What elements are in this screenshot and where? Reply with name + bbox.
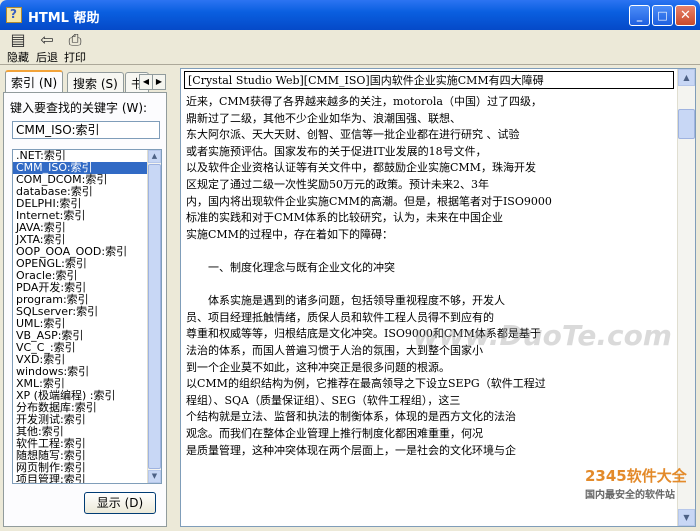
watermark-logo: 2345软件大全 国内最安全的软件站 [585, 465, 697, 501]
back-icon: ⇦ [40, 30, 54, 49]
window-title: HTML 帮助 [28, 11, 100, 26]
topic-scrollbar[interactable]: ▲ ▼ [677, 69, 695, 526]
help-window: HTML 帮助 _ □ ✕ ▤ 隐藏 ⇦ 后退 ⎙ 打印 索引 (N) 搜索 (… [0, 0, 700, 531]
hide-icon: ▤ [10, 30, 26, 49]
hide-label: 隐藏 [7, 51, 29, 64]
text-line: 个结构就是立法、监督和执法的制衡体系，体现的是西方文化的法治 [186, 410, 516, 424]
text-line: 或者实施预评估。国家发布的关于促进IT业发展的18号文件， [186, 144, 487, 158]
back-button[interactable]: ⇦ 后退 [32, 31, 62, 65]
watermark-logo-sub: 国内最安全的软件站 [585, 490, 675, 501]
topic-scroll-thumb[interactable] [678, 109, 695, 139]
scroll-thumb[interactable] [148, 164, 161, 469]
hide-button[interactable]: ▤ 隐藏 [3, 31, 33, 65]
keyword-label: 键入要查找的关键字 (W): [10, 101, 148, 115]
tab-index[interactable]: 索引 (N) [5, 70, 64, 92]
navigation-pane: 索引 (N) 搜索 (S) 书 ◀ ▶ 键入要查找的关键字 (W): CMM_I… [3, 70, 167, 527]
print-label: 打印 [64, 51, 86, 64]
text-line: 体系实施是遇到的诸多问题，包括领导重视程度不够，开发人 [208, 294, 505, 308]
text-line: 程组）、SQA（质量保证组）、SEG（软件工程组），这三 [186, 393, 461, 407]
text-line: 近来，CMM获得了各界越来越多的关注，motorola（中国）过了四级， [186, 95, 542, 108]
pane-splitter[interactable] [170, 64, 176, 531]
keyword-input[interactable]: CMM_ISO:索引 [12, 121, 160, 139]
nav-tabs: 索引 (N) 搜索 (S) 书 ◀ ▶ [3, 70, 167, 92]
list-item[interactable]: 项目管理:索引 [13, 474, 161, 484]
scroll-down-icon[interactable]: ▼ [148, 470, 161, 483]
text-line: 实施CMM的过程中，存在着如下的障碍： [186, 227, 393, 241]
text-line: 以及软件企业资格认证等有关文件中，都鼓励企业实施CMM，珠海开发 [186, 161, 536, 175]
topic-scroll-up-icon[interactable]: ▲ [678, 69, 695, 86]
toolbar: ▤ 隐藏 ⇦ 后退 ⎙ 打印 [0, 30, 700, 65]
topic-scroll-down-icon[interactable]: ▼ [678, 509, 695, 526]
text-line: 东大阿尔派、天大天财、创智、亚信等一批企业都在进行研究 、试验 [186, 128, 520, 142]
watermark-logo-title: 2345软件大全 [585, 467, 687, 485]
print-button[interactable]: ⎙ 打印 [60, 31, 90, 65]
tab-scroll-right-icon[interactable]: ▶ [152, 74, 166, 90]
text-line: 到一个企业莫不如此，这种冲突正是很多问题的根源。 [186, 360, 450, 374]
tab-search[interactable]: 搜索 (S) [67, 72, 124, 92]
minimize-button[interactable]: _ [629, 5, 650, 26]
watermark-text: www.DuoTe.com [413, 319, 672, 352]
close-button[interactable]: ✕ [675, 5, 696, 26]
display-button[interactable]: 显示 (D) [84, 492, 156, 514]
back-label: 后退 [36, 51, 58, 64]
text-line: 内，国内将出现软件企业实施CMM的高潮。但是，根据笔者对于ISO9000 [186, 194, 552, 208]
scroll-up-icon[interactable]: ▲ [148, 150, 161, 163]
title-bar[interactable]: HTML 帮助 _ □ ✕ [0, 0, 700, 30]
text-line: 观念。而我们在整体企业管理上推行制度化都困难重重，何况 [186, 427, 483, 440]
text-line: 鼎新过了二级，其他不少企业如华为、浪潮国强、联想、 [186, 111, 461, 125]
topic-pane: [Crystal Studio Web][CMM_ISO]国内软件企业实施CMM… [180, 68, 696, 527]
print-icon: ⎙ [68, 30, 82, 49]
maximize-button[interactable]: □ [652, 5, 673, 26]
index-list-items: .NET:索引 CMM_ISO:索引 COM_DCOM:索引 database:索引 D… [13, 150, 161, 484]
text-line: 以CMM的组织结构为例，它推荐在最高领导之下设立SEPG（软件工程过 [186, 377, 546, 391]
text-line: 标准的实践和对于CMM体系的比较研究，认为，未来在中国企业 [186, 211, 503, 225]
index-list[interactable]: .NET:索引 CMM_ISO:索引 COM_DCOM:索引 database:索引 D… [12, 149, 162, 484]
text-line: 区规定了通过二级一次性奖励50万元的政策。预计未来2、3年 [186, 178, 489, 191]
text-line: 一、制度化理念与既有企业文化的冲突 [208, 261, 395, 274]
help-app-icon [6, 7, 22, 23]
index-list-scrollbar[interactable]: ▲ ▼ [147, 150, 161, 483]
topic-title: [Crystal Studio Web][CMM_ISO]国内软件企业实施CMM… [184, 71, 674, 89]
text-line: 是质量管理，这种冲突体现在两个层面上，一是社会的文化环境与企 [186, 443, 516, 457]
tab-scroll-left-icon[interactable]: ◀ [139, 74, 153, 90]
index-panel: 键入要查找的关键字 (W): CMM_ISO:索引 .NET:索引 CMM_ISO… [3, 92, 167, 527]
